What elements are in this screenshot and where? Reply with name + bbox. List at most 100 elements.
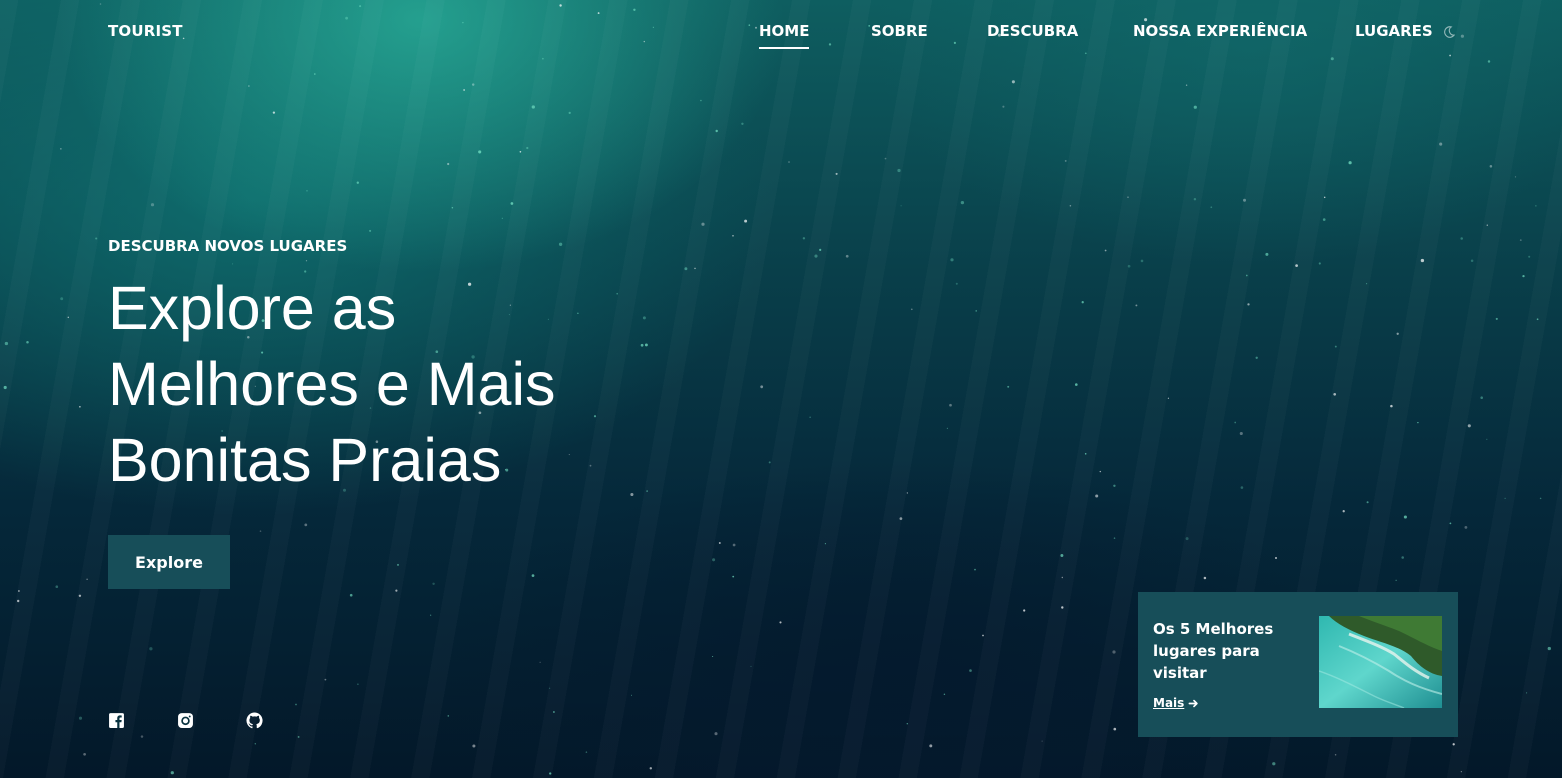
particle <box>472 744 476 748</box>
particle <box>1323 196 1326 199</box>
particle <box>897 168 901 173</box>
particle <box>1536 318 1539 321</box>
particle <box>824 543 826 545</box>
particle <box>1203 576 1207 580</box>
particle <box>510 202 514 205</box>
particle <box>694 267 696 270</box>
particle <box>1417 421 1419 424</box>
hero-subtitle: DESCUBRA NOVOS LUGARES <box>108 237 348 255</box>
particle <box>259 530 262 532</box>
particle <box>149 647 153 651</box>
particle <box>741 122 744 125</box>
particle <box>1396 332 1399 335</box>
particle <box>4 341 9 346</box>
moon-icon[interactable] <box>1442 24 1458 40</box>
particle <box>768 461 771 464</box>
particle <box>718 542 721 544</box>
particle <box>306 189 308 192</box>
particle <box>1185 84 1188 86</box>
particle <box>1061 576 1063 579</box>
particle <box>1390 404 1393 408</box>
particle <box>809 416 811 418</box>
particle <box>814 254 818 258</box>
particle <box>60 148 62 150</box>
particle <box>531 574 535 577</box>
particle <box>1489 165 1493 168</box>
particle <box>1245 274 1248 277</box>
particle <box>950 258 954 262</box>
particle <box>1081 301 1084 304</box>
featured-card[interactable]: Os 5 Melhores lugares para visitar Mais <box>1138 592 1458 737</box>
explore-button[interactable]: Explore <box>108 535 230 589</box>
particle <box>1535 205 1537 207</box>
nav-item-sobre[interactable]: SOBRE <box>871 22 928 40</box>
particle <box>1403 515 1407 519</box>
particle <box>79 405 81 408</box>
particle <box>26 341 29 344</box>
nav-item-home[interactable]: HOME <box>759 22 810 49</box>
card-more-link[interactable]: Mais <box>1153 696 1199 710</box>
arrow-right-icon <box>1188 699 1199 707</box>
github-icon[interactable] <box>246 712 264 730</box>
particle <box>630 694 633 696</box>
facebook-icon[interactable] <box>108 712 126 730</box>
particle <box>845 254 849 258</box>
particle <box>1243 198 1246 202</box>
card-link-label: Mais <box>1153 696 1185 710</box>
particle <box>395 589 398 592</box>
nav-item-descubra[interactable]: DESCUBRA <box>987 22 1078 40</box>
particle <box>1095 494 1099 498</box>
particle <box>1247 303 1250 306</box>
particle <box>1495 317 1498 320</box>
particle <box>1318 262 1321 265</box>
instagram-icon[interactable] <box>177 712 195 730</box>
particle <box>1452 743 1455 746</box>
particle <box>1064 159 1067 162</box>
particle <box>802 237 806 240</box>
particle <box>549 772 552 775</box>
particle <box>357 683 359 686</box>
particle <box>714 732 718 736</box>
particle <box>295 703 297 706</box>
particle <box>471 83 475 86</box>
beach-thumbnail[interactable] <box>1319 616 1442 708</box>
particle <box>1127 264 1131 268</box>
particle <box>946 427 949 429</box>
particle <box>17 590 20 592</box>
particle <box>1547 646 1551 651</box>
particle <box>732 543 736 547</box>
hero-title-line: Melhores e Mais <box>108 350 556 418</box>
particle <box>519 150 522 153</box>
particle <box>1295 264 1298 267</box>
particle <box>1075 383 1078 386</box>
particle <box>478 150 482 154</box>
card-title: Os 5 Melhores lugares para visitar <box>1153 620 1274 682</box>
particle <box>712 655 714 658</box>
particle <box>1322 218 1326 221</box>
particle <box>67 316 70 319</box>
particle <box>1470 259 1474 262</box>
particle <box>304 523 308 527</box>
particle <box>78 716 83 720</box>
particle <box>585 751 588 753</box>
particle <box>396 563 400 566</box>
particle <box>430 614 432 616</box>
particle <box>1420 258 1425 263</box>
particle <box>55 585 59 589</box>
particle <box>531 105 535 109</box>
particle <box>1104 249 1107 252</box>
particle <box>1140 259 1144 263</box>
particle <box>1464 525 1468 529</box>
particle <box>1486 224 1488 226</box>
particle <box>982 634 984 637</box>
particle <box>1239 431 1243 436</box>
particle <box>1460 237 1463 240</box>
hero-title: Explore as Melhores e Mais Bonitas Praia… <box>108 270 668 498</box>
particle <box>1234 421 1237 424</box>
nav-item-lugares[interactable]: LUGARES <box>1355 22 1433 40</box>
particle <box>1167 397 1170 399</box>
particle <box>1401 556 1404 559</box>
particle <box>1002 105 1005 108</box>
logo[interactable]: TOURIST <box>108 22 183 40</box>
nav-item-nossa-experiencia[interactable]: NOSSA EXPERIÊNCIA <box>1133 22 1307 40</box>
